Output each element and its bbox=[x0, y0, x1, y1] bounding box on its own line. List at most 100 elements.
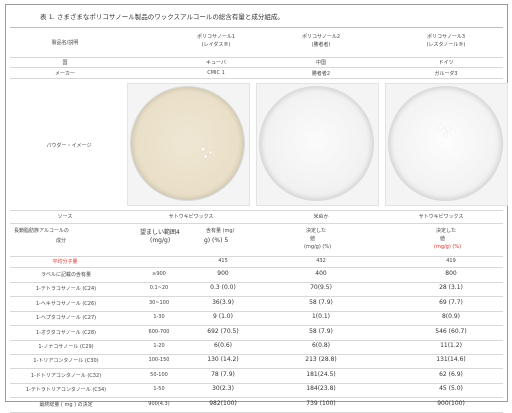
table-title: 表 1. さまざまなポリコサノール製品のワックスアルコールの総含有量と成分組成。 bbox=[40, 13, 284, 21]
table-cell: 62 (6.9) bbox=[439, 371, 463, 378]
table-cell: 8(0.9) bbox=[441, 313, 461, 320]
table-row-label: 1-テトラトリアコンタノール (C34) bbox=[25, 387, 107, 393]
table-cell: 9 (1.0) bbox=[213, 313, 233, 320]
source-value: サトウキビワックス bbox=[418, 214, 464, 220]
table-cell: 692 (70.5) bbox=[207, 328, 239, 335]
table-cell: 800 bbox=[445, 270, 457, 277]
country-value: キューバ bbox=[206, 60, 226, 66]
table-cell: 69 (7.7) bbox=[439, 299, 463, 306]
table-cell: 0.3 (0.0) bbox=[210, 284, 236, 291]
product-1-sub: (レイダス®) bbox=[201, 42, 231, 48]
mw-value: 415 bbox=[218, 258, 228, 264]
powder-photo-2 bbox=[256, 83, 379, 206]
table-row-label: ラベルに記載の含有量 bbox=[40, 272, 91, 278]
content-header: 含有量 (mg/ bbox=[206, 228, 235, 234]
product-3-sub: (レスタノール®) bbox=[426, 42, 466, 48]
maker-value: CMIC 1 bbox=[207, 70, 225, 76]
petri-dish bbox=[131, 87, 244, 200]
determined-unit: (mg/g) (%) bbox=[434, 244, 462, 250]
table-cell: 131(14.6) bbox=[436, 356, 466, 363]
composition-header-sublabel: 成分 bbox=[56, 238, 67, 244]
determined-header: 決定した bbox=[306, 228, 327, 234]
desired-range-header: 望ましい範囲4 bbox=[140, 229, 180, 236]
table-cell: 130 (14.2) bbox=[207, 356, 239, 363]
table-cell: 30~100 bbox=[148, 300, 170, 306]
table-cell: 213 (28.8) bbox=[305, 356, 337, 363]
country-value: 中国 bbox=[315, 60, 326, 66]
determined-unit: (mg/g) (%) bbox=[304, 244, 332, 250]
powder-photo-1 bbox=[127, 83, 250, 206]
powder-image-label: パウダー・イメージ bbox=[46, 143, 92, 149]
determined-header: 決定した bbox=[436, 228, 457, 234]
mw-value: 419 bbox=[446, 258, 456, 264]
rule bbox=[10, 325, 503, 326]
table-row-label: 1-トリアコンタノール (C30) bbox=[33, 358, 99, 364]
table-cell: 100-150 bbox=[148, 357, 170, 363]
table-cell: 184(23.8) bbox=[306, 385, 336, 392]
table-cell: 900 bbox=[217, 270, 229, 277]
rule bbox=[10, 27, 503, 28]
powder-photo-3 bbox=[385, 83, 508, 206]
product-2-sub: (勝者者) bbox=[311, 42, 331, 48]
table-cell: 1(0.1) bbox=[311, 313, 331, 320]
table-row-label: 1-テトラコサノール (C24) bbox=[35, 286, 97, 292]
table-row-label: 1-ノナコサノール (C29) bbox=[38, 344, 94, 350]
source-value: 米ぬか bbox=[313, 214, 329, 220]
rule bbox=[10, 383, 503, 384]
document-page: 表 1. さまざまなポリコサノール製品のワックスアルコールの総含有量と成分組成。… bbox=[5, 4, 508, 413]
maker-value: ガルーダ3 bbox=[434, 71, 458, 77]
table-row-label: 1-ヘキサコサノール (C26) bbox=[35, 301, 97, 307]
rule bbox=[10, 67, 503, 68]
table-cell: 11(1.2) bbox=[440, 342, 462, 349]
determined-sub: 値 bbox=[440, 236, 446, 242]
rule bbox=[10, 296, 503, 297]
table-cell: 58 (7.9) bbox=[309, 299, 333, 306]
country-label: 国 bbox=[62, 60, 68, 66]
table-row-label: 1-オクタコサノール (C28) bbox=[36, 330, 96, 336]
source-value: サトウキビワックス bbox=[168, 214, 214, 220]
table-cell: 1-30 bbox=[153, 314, 165, 320]
table-cell: 6(0.6) bbox=[213, 342, 233, 349]
source-label: ソース bbox=[57, 214, 73, 220]
table-cell: 0.1~20 bbox=[149, 285, 169, 291]
country-value: ドイツ bbox=[438, 60, 454, 66]
table-cell: 1-20 bbox=[153, 343, 165, 349]
table-cell: 78 (7.9) bbox=[211, 371, 235, 378]
table-cell: 900(4.3) bbox=[148, 401, 170, 407]
table-cell: 30(2.3) bbox=[212, 385, 234, 392]
table-cell: 6(0.8) bbox=[311, 342, 331, 349]
product-1-name: ポリコサノール1 bbox=[196, 34, 236, 40]
rule bbox=[10, 267, 503, 268]
rule bbox=[10, 57, 503, 58]
rule bbox=[10, 282, 503, 283]
mw-value: 432 bbox=[316, 258, 326, 264]
table-cell: 739 (100) bbox=[306, 400, 336, 407]
determined-sub: 値 bbox=[310, 236, 316, 242]
table-cell: 982(100) bbox=[209, 400, 237, 407]
table-cell: 900(100) bbox=[437, 400, 465, 407]
column-label-header: 製品名/説明 bbox=[51, 40, 79, 46]
table-cell: 28 (3.1) bbox=[439, 284, 463, 291]
petri-dish bbox=[389, 87, 502, 200]
rule bbox=[10, 223, 503, 224]
table-cell: 58 (7.9) bbox=[309, 328, 333, 335]
rule bbox=[10, 210, 503, 211]
table-cell: 70(9.5) bbox=[310, 284, 332, 291]
rule bbox=[10, 340, 503, 341]
rule bbox=[10, 397, 503, 398]
table-cell: 45 (5.0) bbox=[439, 385, 463, 392]
mw-label: 平均分子量 bbox=[52, 259, 78, 265]
product-2-name: ポリコサノール2 bbox=[301, 34, 341, 40]
product-3-name: ポリコサノール3 bbox=[426, 34, 466, 40]
composition-header-label: 長鎖脂肪族アルコールの bbox=[14, 228, 69, 234]
table-cell: ≥900 bbox=[152, 271, 166, 277]
desired-range-unit: (mg/g) bbox=[150, 237, 171, 244]
table-row-label: 1-ヘプタコサノール (C27) bbox=[35, 315, 97, 321]
table-cell: 50-100 bbox=[150, 372, 168, 378]
rule bbox=[10, 354, 503, 355]
table-cell: 600-700 bbox=[148, 329, 170, 335]
maker-label: メーカー bbox=[54, 71, 75, 77]
table-cell: 181(24.5) bbox=[306, 371, 336, 378]
table-cell: 546 (60.7) bbox=[435, 328, 467, 335]
rule bbox=[10, 368, 503, 369]
